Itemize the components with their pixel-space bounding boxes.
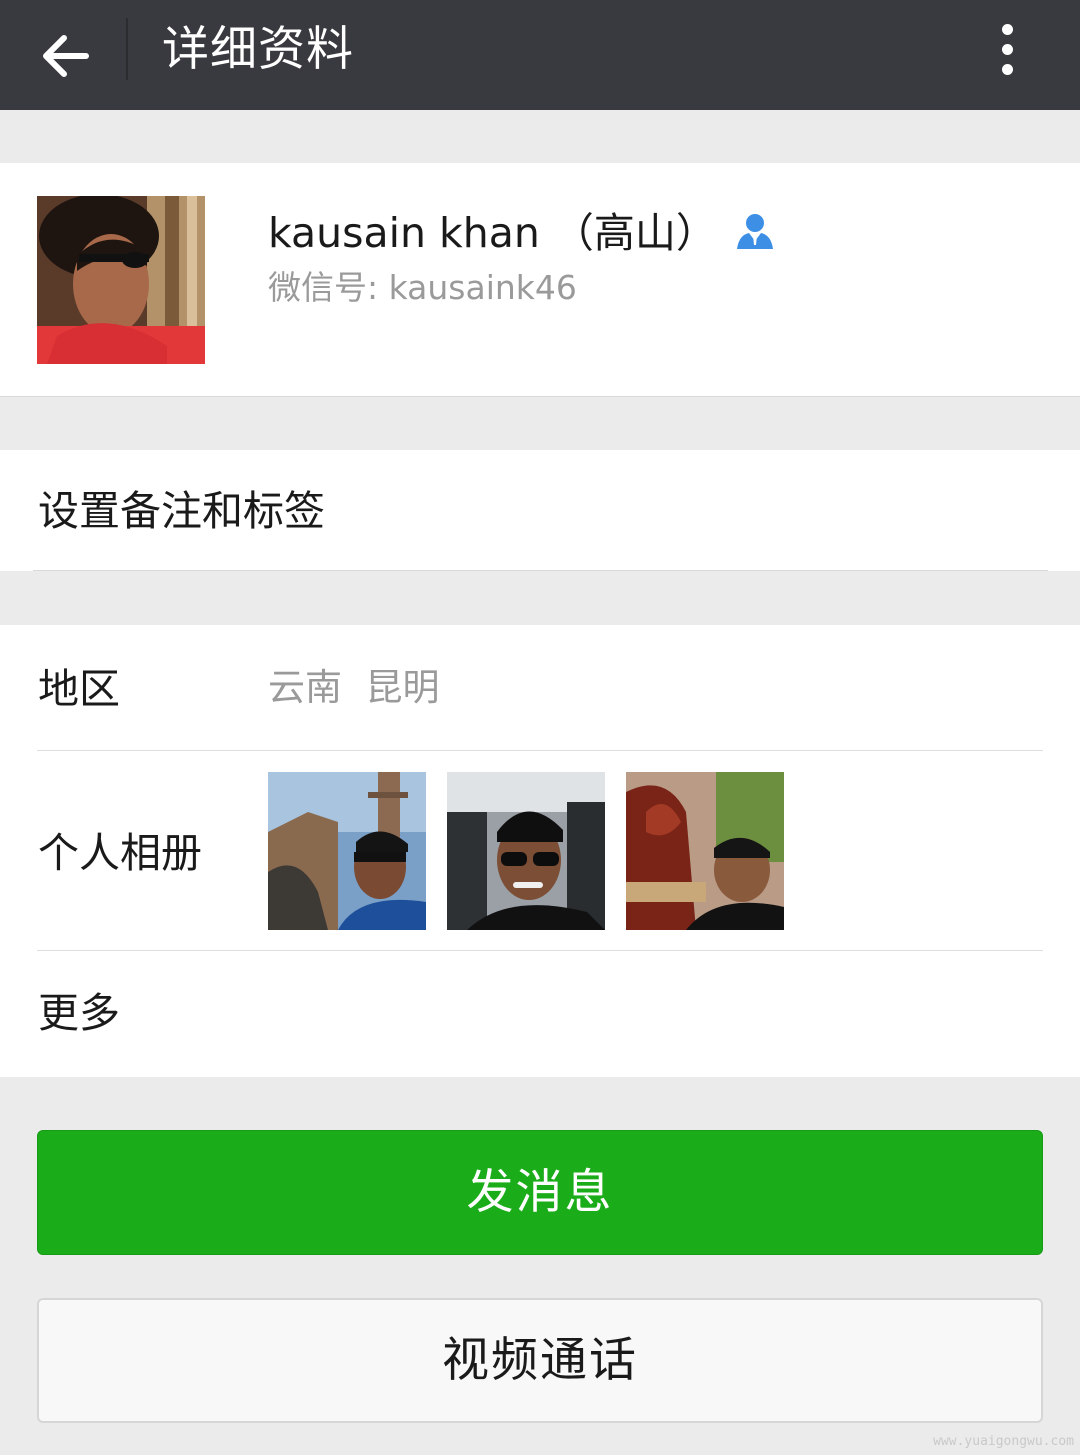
video-call-button[interactable]: 视频通话: [37, 1298, 1043, 1423]
region-label: 地区: [38, 665, 120, 713]
divider: [33, 570, 1048, 571]
avatar[interactable]: [37, 196, 205, 364]
vertical-dots-icon-dot: [1002, 44, 1013, 55]
nickname: kausain khan （高山）: [268, 209, 717, 257]
more-options-button[interactable]: [980, 14, 1036, 84]
top-bar: 详细资料: [0, 0, 1080, 110]
more-label: 更多: [38, 989, 120, 1037]
album-thumbnail[interactable]: [268, 772, 426, 930]
watermark: www.yuaigongwu.com: [933, 1434, 1074, 1449]
vertical-dots-icon-dot: [1002, 64, 1013, 75]
set-remark-row[interactable]: 设置备注和标签: [0, 450, 1080, 571]
album-thumbnail[interactable]: [626, 772, 784, 930]
page-title: 详细资料: [162, 22, 354, 77]
toolbar-divider: [126, 18, 128, 80]
vertical-dots-icon: [1002, 24, 1013, 35]
profile-card: kausain khan （高山） 微信号: kausaink46: [0, 163, 1080, 397]
divider: [37, 750, 1043, 751]
set-remark-label: 设置备注和标签: [38, 487, 325, 535]
region-value: 云南 昆明: [268, 666, 440, 709]
album-thumbnail[interactable]: [447, 772, 605, 930]
info-section: 地区 云南 昆明 个人相册 更多: [0, 625, 1080, 1077]
album-label: 个人相册: [38, 829, 202, 877]
arrow-left-icon: [43, 35, 89, 77]
divider: [37, 950, 1043, 951]
profile-page: 详细资料 kausain khan （高山） 微信号: kausaink46 设…: [0, 0, 1080, 1455]
wechat-id: 微信号: kausaink46: [268, 268, 577, 307]
person-icon: [735, 211, 775, 251]
send-message-button[interactable]: 发消息: [37, 1130, 1043, 1255]
back-button[interactable]: [22, 12, 108, 98]
